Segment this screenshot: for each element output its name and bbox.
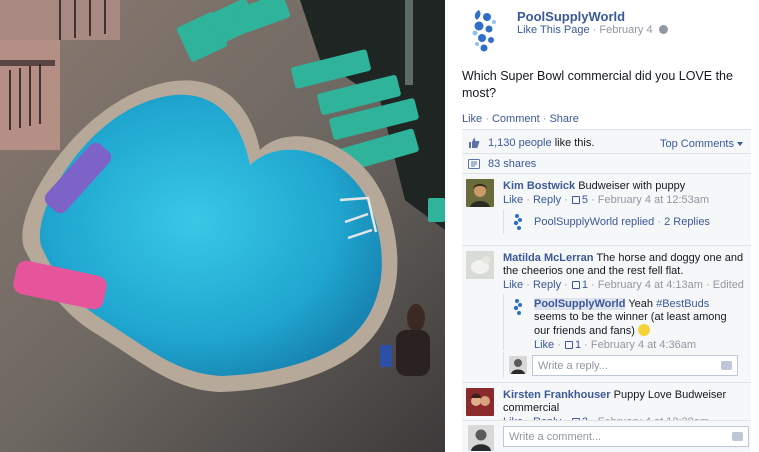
comment-like-link[interactable]: Like	[503, 279, 523, 291]
reply-composer: Write a reply...	[503, 352, 745, 378]
comment-time[interactable]: February 4 at 4:13am	[598, 279, 703, 291]
post-actions: Like · Comment · Share	[462, 113, 579, 125]
avatar[interactable]	[466, 388, 494, 416]
hashtag-link[interactable]: #BestBuds	[656, 298, 709, 310]
comment-author[interactable]: Kim Bostwick	[503, 180, 575, 192]
likes-suffix: like this.	[554, 137, 595, 149]
comment-meta: Like · Reply · 1 · February 4 at 4:13am …	[503, 279, 744, 291]
comment-composer: Write a comment...	[462, 420, 751, 452]
comment-item: Matilda McLerran The horse and doggy one…	[462, 245, 751, 382]
comment-author[interactable]: Matilda McLerran	[503, 252, 593, 264]
reply-text-before: Yeah	[628, 298, 654, 310]
comment-like-link[interactable]: Like	[503, 194, 523, 206]
likes-row: 1,130 people like this. Top Comments	[462, 133, 751, 153]
comment-body: Matilda McLerran The horse and doggy one…	[503, 252, 745, 292]
reply-time[interactable]: February 4 at 4:36am	[591, 339, 696, 351]
like-thumb-icon	[469, 138, 480, 148]
comment-reply-link[interactable]: Reply	[533, 279, 561, 291]
like-page-link[interactable]: Like This Page	[517, 24, 590, 36]
page-name-link[interactable]: PoolSupplyWorld	[517, 9, 625, 24]
reply-body: PoolSupplyWorld Yeah #BestBuds seems to …	[534, 298, 742, 352]
post-photo[interactable]	[0, 0, 445, 452]
avatar[interactable]	[466, 179, 494, 207]
comment-placeholder: Write a comment...	[509, 431, 602, 443]
reply-author[interactable]: PoolSupplyWorld	[534, 298, 626, 310]
like-thumb-icon	[564, 341, 573, 349]
post-meta: Like This Page · February 4	[517, 24, 668, 36]
comment-like-count[interactable]: 1	[582, 279, 588, 291]
comment-meta: Like · Reply · 5 · February 4 at 12:53am	[503, 194, 710, 206]
heart-pool-photo	[0, 0, 445, 452]
reply-placeholder: Write a reply...	[538, 360, 608, 372]
like-thumb-icon	[571, 196, 580, 204]
smiley-icon	[637, 324, 650, 336]
replied-verb: replied	[621, 216, 655, 228]
reply-item: PoolSupplyWorld Yeah #BestBuds seems to …	[503, 294, 745, 352]
replies-summary-text: PoolSupplyWorld replied · 2 Replies	[534, 216, 710, 228]
globe-icon	[658, 25, 668, 34]
camera-icon[interactable]	[732, 432, 743, 441]
logo-icon	[513, 214, 522, 230]
share-icon	[468, 159, 480, 169]
comment-author[interactable]: Kirsten Frankhouser	[503, 389, 611, 401]
comment-like-count[interactable]: 5	[582, 194, 588, 206]
reply-like-link[interactable]: Like	[534, 339, 554, 351]
comment-time[interactable]: February 4 at 12:53am	[598, 194, 709, 206]
reply-input[interactable]: Write a reply...	[532, 355, 738, 376]
camera-icon[interactable]	[721, 361, 732, 370]
post-side-panel: PoolSupplyWorld Like This Page · Februar…	[445, 0, 759, 452]
share-action[interactable]: Share	[549, 113, 578, 125]
avatar	[509, 356, 527, 374]
reply-text-after: seems to be the winner (at least among o…	[534, 311, 727, 337]
top-comments-label: Top Comments	[660, 138, 734, 150]
action-separator: ·	[485, 113, 492, 125]
reply-author-link[interactable]: PoolSupplyWorld	[534, 216, 618, 228]
comment-edited[interactable]: Edited	[713, 279, 744, 291]
comment-action[interactable]: Comment	[492, 113, 540, 125]
shares-link[interactable]: 83 shares	[488, 158, 536, 170]
comment-input[interactable]: Write a comment...	[503, 426, 749, 447]
like-thumb-icon	[571, 281, 580, 289]
top-comments-dropdown[interactable]: Top Comments	[660, 138, 743, 150]
post-header: PoolSupplyWorld Like This Page · Februar…	[467, 6, 757, 54]
like-action[interactable]: Like	[462, 113, 482, 125]
replies-count-link[interactable]: 2 Replies	[664, 216, 710, 228]
avatar[interactable]	[466, 251, 494, 279]
comment-body: Kim Bostwick Budweiser with puppy Like ·…	[503, 180, 745, 207]
post-date[interactable]: February 4	[599, 24, 652, 36]
reply-meta: Like · 1 · February 4 at 4:36am	[534, 339, 697, 351]
likes-count-link[interactable]: 1,130 people	[488, 137, 552, 149]
comment-text: Budweiser with puppy	[578, 180, 686, 192]
chevron-down-icon	[737, 142, 743, 146]
comment-item: Kim Bostwick Budweiser with puppy Like ·…	[462, 173, 751, 245]
likes-text: 1,130 people like this.	[488, 137, 594, 149]
comments-area: 1,130 people like this. Top Comments 83 …	[462, 129, 751, 452]
avatar	[468, 425, 494, 451]
logo-icon[interactable]	[510, 298, 526, 316]
shares-row: 83 shares	[462, 153, 751, 173]
post-text: Which Super Bowl commercial did you LOVE…	[462, 69, 733, 100]
comment-reply-link[interactable]: Reply	[533, 194, 561, 206]
logo-icon[interactable]	[467, 8, 503, 54]
reply-like-count[interactable]: 1	[575, 339, 581, 351]
replies-summary[interactable]: PoolSupplyWorld replied · 2 Replies	[503, 210, 745, 234]
